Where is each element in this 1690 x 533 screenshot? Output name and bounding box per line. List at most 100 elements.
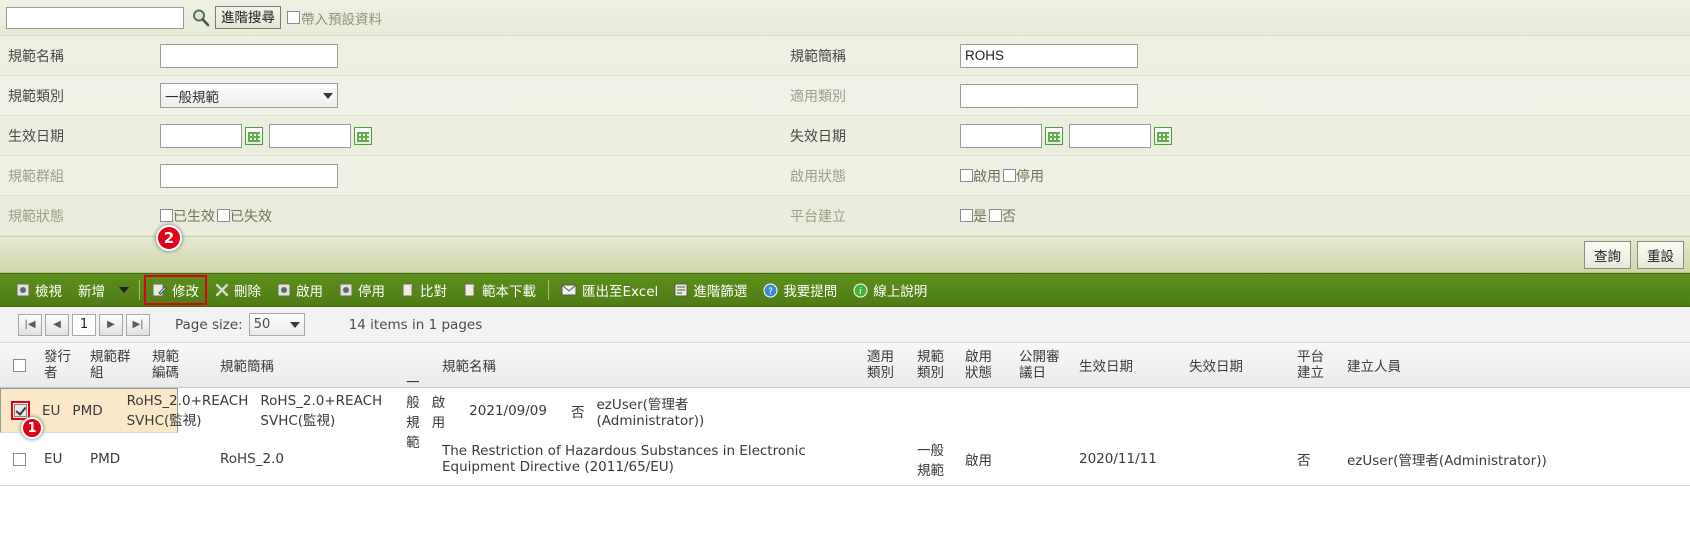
- toolbar-item-add[interactable]: 新增: [70, 276, 113, 304]
- label-platform-created: 平台建立: [790, 208, 846, 225]
- default-data-checkbox[interactable]: 帶入預設資料: [287, 8, 382, 28]
- step-badge-1: 1: [21, 417, 43, 439]
- cell-apply-type: [388, 405, 400, 417]
- column-header-effective-date[interactable]: 生效日期: [1073, 343, 1183, 387]
- toolbar-item-modify[interactable]: 修改: [144, 275, 207, 305]
- cell-spec-type: 一般 規範: [406, 374, 420, 451]
- magnifier-icon[interactable]: [190, 8, 210, 28]
- pager-prev-button[interactable]: ◀: [45, 313, 69, 336]
- reset-button[interactable]: 重設: [1637, 240, 1684, 269]
- step-badge-2: 2: [156, 225, 182, 251]
- svg-text:?: ?: [768, 287, 773, 297]
- filter-icon: [674, 283, 688, 297]
- spec-abbr-input[interactable]: [960, 43, 1138, 68]
- platform-created-no-checkbox[interactable]: [989, 209, 1002, 222]
- column-header-expire-date[interactable]: 失效日期: [1183, 343, 1291, 387]
- cell-effective-date: 2020/11/11: [1079, 451, 1157, 467]
- column-header-public-review-date[interactable]: 公開審 議日: [1013, 343, 1073, 387]
- cell-enable-state: 啟用: [431, 394, 446, 431]
- toolbar-item-view[interactable]: 檢視: [8, 276, 70, 304]
- toolbar-item-online-help[interactable]: i 線上說明: [845, 276, 935, 304]
- column-header-publisher[interactable]: 發行 者: [38, 343, 84, 387]
- delete-icon: [215, 283, 229, 297]
- cell-enable-state: 啟用: [965, 453, 992, 469]
- platform-created-yes-label: 是: [973, 208, 987, 225]
- page-size-select[interactable]: 50: [248, 313, 305, 336]
- page-size-label: Page size:: [175, 316, 243, 333]
- pager-first-button[interactable]: |◀: [18, 313, 42, 336]
- calendar-icon[interactable]: [354, 126, 372, 145]
- template-download-icon: [463, 283, 477, 297]
- effective-date-to-input[interactable]: [269, 123, 351, 148]
- pager-items-count: 14 items in 1 pages: [348, 316, 483, 333]
- select-all-checkbox[interactable]: [12, 358, 26, 372]
- calendar-icon[interactable]: [1154, 126, 1172, 145]
- pager-current-page[interactable]: 1: [72, 313, 96, 336]
- apply-type-input[interactable]: [960, 83, 1138, 108]
- expire-date-from-input[interactable]: [960, 123, 1042, 148]
- enable-icon: [277, 283, 291, 297]
- toolbar-label-view: 檢視: [35, 284, 62, 300]
- cell-publisher: EU: [44, 451, 63, 467]
- checkbox-box[interactable]: [287, 11, 300, 24]
- column-header-spec-code[interactable]: 規範 編碼: [146, 343, 214, 387]
- search-action-row: 2 查詢 重設: [0, 225, 1690, 272]
- form-cell-spec-abbr: 規範簡稱: [780, 43, 1610, 68]
- toolbar-item-compare[interactable]: 比對: [393, 276, 455, 304]
- toolbar-label-advanced-filter: 進階篩選: [693, 284, 748, 300]
- toolbar-item-delete[interactable]: 刪除: [207, 276, 269, 304]
- enable-status-disabled-checkbox[interactable]: [1003, 169, 1016, 182]
- page-size-value: 50: [253, 317, 271, 332]
- quick-search-input[interactable]: [6, 6, 184, 29]
- enable-status-enabled-checkbox[interactable]: [960, 169, 973, 182]
- column-header-spec-name[interactable]: 規範名稱: [436, 343, 861, 387]
- toolbar-label-modify: 修改: [172, 284, 199, 300]
- expire-date-to-input[interactable]: [1069, 123, 1151, 148]
- toolbar-dropdown-caret-icon[interactable]: [119, 287, 129, 293]
- quick-search-row: 進階搜尋 帶入預設資料: [0, 0, 1690, 36]
- column-header-apply-type[interactable]: 適用 類別: [861, 343, 911, 387]
- platform-created-yes-checkbox[interactable]: [960, 209, 973, 222]
- toolbar-item-template-download[interactable]: 範本下載: [455, 276, 544, 304]
- calendar-icon[interactable]: [245, 126, 263, 145]
- cell-spec-name: The Restriction of Hazardous Substances …: [442, 443, 806, 475]
- toolbar-item-ask-question[interactable]: ? 我要提問: [755, 276, 845, 304]
- spec-name-input[interactable]: [160, 43, 338, 68]
- question-icon: ?: [763, 283, 778, 298]
- pager-last-button[interactable]: ▶|: [126, 313, 150, 336]
- label-spec-type: 規範類別: [8, 88, 64, 105]
- toolbar-label-compare: 比對: [420, 284, 447, 300]
- row-checkbox[interactable]: [14, 404, 27, 417]
- column-header-created-by[interactable]: 建立人員: [1341, 343, 1690, 387]
- chevron-down-icon: [323, 92, 333, 99]
- column-header-spec-group[interactable]: 規範群 組: [84, 343, 146, 387]
- pager-next-button[interactable]: ▶: [99, 313, 123, 336]
- effective-date-from-input[interactable]: [160, 123, 242, 148]
- toolbar-item-export-excel[interactable]: 匯出至Excel: [553, 276, 666, 304]
- label-enable-status: 啟用狀態: [790, 168, 846, 185]
- query-button[interactable]: 查詢: [1584, 240, 1631, 269]
- toolbar-label-disable: 停用: [358, 284, 385, 300]
- column-header-enable-state[interactable]: 啟用 狀態: [959, 343, 1013, 387]
- spec-group-input[interactable]: [160, 163, 338, 188]
- label-spec-state: 規範狀態: [8, 208, 64, 225]
- form-row-3: 生效日期 失效日期: [0, 116, 1690, 156]
- spec-state-effective-checkbox[interactable]: [160, 209, 173, 222]
- cell-platform-created: 否: [1297, 453, 1311, 469]
- cell-spec-type: 一般 規範: [917, 443, 944, 479]
- row-checkbox-cell[interactable]: [0, 433, 38, 485]
- spec-state-expired-checkbox[interactable]: [217, 209, 230, 222]
- table-row[interactable]: 1 EU PMD RoHS_2.0+REACH SVHC(監視) RoHS_2.…: [0, 375, 704, 451]
- toolbar-item-advanced-filter[interactable]: 進階篩選: [666, 276, 755, 304]
- spec-type-select[interactable]: 一般規範: [160, 83, 338, 108]
- select-all-checkbox-cell[interactable]: [0, 343, 38, 387]
- column-header-platform-created[interactable]: 平台 建立: [1291, 343, 1341, 387]
- row-checkbox[interactable]: [12, 452, 26, 466]
- toolbar-item-disable[interactable]: 停用: [331, 276, 393, 304]
- column-header-spec-type[interactable]: 規範 類別: [911, 343, 959, 387]
- spec-state-effective-label: 已生效: [173, 208, 215, 225]
- toolbar-item-enable[interactable]: 啟用: [269, 276, 331, 304]
- advanced-search-button[interactable]: 進階搜尋: [215, 6, 281, 29]
- table-row[interactable]: EU PMD RoHS_2.0 The Restriction of Hazar…: [0, 433, 1690, 486]
- calendar-icon[interactable]: [1045, 126, 1063, 145]
